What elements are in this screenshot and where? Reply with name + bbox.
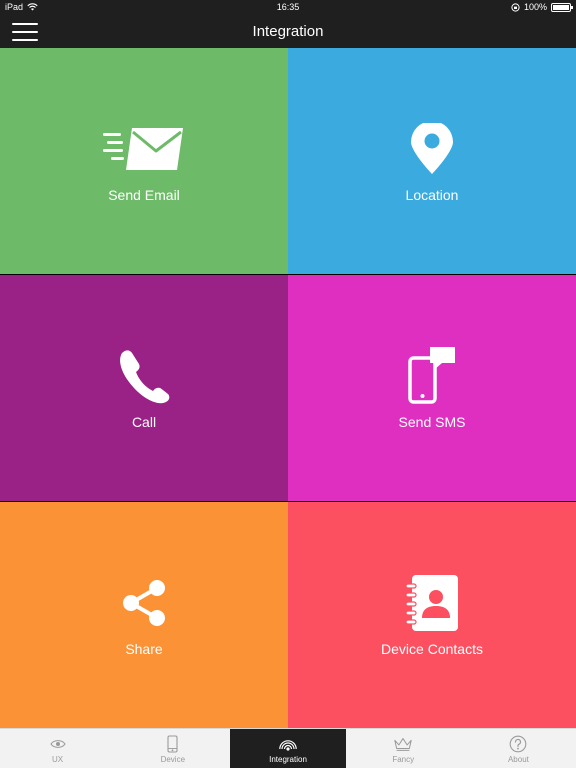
tab-ux[interactable]: UX xyxy=(0,729,115,768)
share-tile[interactable]: Share xyxy=(0,502,288,728)
contacts-icon xyxy=(405,575,458,631)
call-tile[interactable]: Call xyxy=(0,275,288,501)
tab-label: UX xyxy=(52,754,64,764)
integration-icon xyxy=(279,739,297,751)
location-pin-icon xyxy=(411,123,453,174)
tile-label: Location xyxy=(405,187,459,203)
battery-icon xyxy=(551,2,573,12)
tile-label: Call xyxy=(131,414,157,430)
tab-bar: UX Device Integration Fancy About xyxy=(0,728,576,768)
status-bar: iPad 16:35 100% xyxy=(0,0,576,16)
tile-label: Device Contacts xyxy=(381,641,483,657)
tab-device[interactable]: Device xyxy=(115,729,230,768)
integration-grid: Send Email Location Call Send SMS Share … xyxy=(0,48,576,728)
phone-icon xyxy=(120,350,170,404)
tab-label: Integration xyxy=(269,754,307,764)
device-contacts-tile[interactable]: Device Contacts xyxy=(288,502,576,728)
location-tile[interactable]: Location xyxy=(288,48,576,274)
page-title: Integration xyxy=(252,23,324,40)
status-right: 100% xyxy=(511,2,573,12)
device-icon xyxy=(167,734,178,753)
status-time: 16:35 xyxy=(276,2,300,12)
question-icon xyxy=(510,735,527,752)
battery-fill xyxy=(553,4,569,10)
sms-icon xyxy=(408,347,455,404)
tile-label: Send SMS xyxy=(398,414,466,430)
tab-about[interactable]: About xyxy=(461,729,576,768)
send-sms-tile[interactable]: Send SMS xyxy=(288,275,576,501)
crown-icon xyxy=(394,737,412,751)
tab-label: Fancy xyxy=(392,754,415,764)
tab-label: Device xyxy=(160,754,186,764)
tile-label: Send Email xyxy=(108,187,180,203)
share-icon xyxy=(123,580,165,626)
orientation-lock-icon xyxy=(511,2,520,12)
tab-fancy[interactable]: Fancy xyxy=(346,729,461,768)
tab-integration[interactable]: Integration xyxy=(230,729,346,768)
send-email-tile[interactable]: Send Email xyxy=(0,48,288,274)
eye-icon xyxy=(49,739,66,748)
email-icon xyxy=(103,128,183,170)
battery-percent: 100% xyxy=(523,2,547,12)
tab-label: About xyxy=(507,754,529,764)
tile-label: Share xyxy=(125,641,163,657)
nav-bar: Integration xyxy=(0,16,576,48)
